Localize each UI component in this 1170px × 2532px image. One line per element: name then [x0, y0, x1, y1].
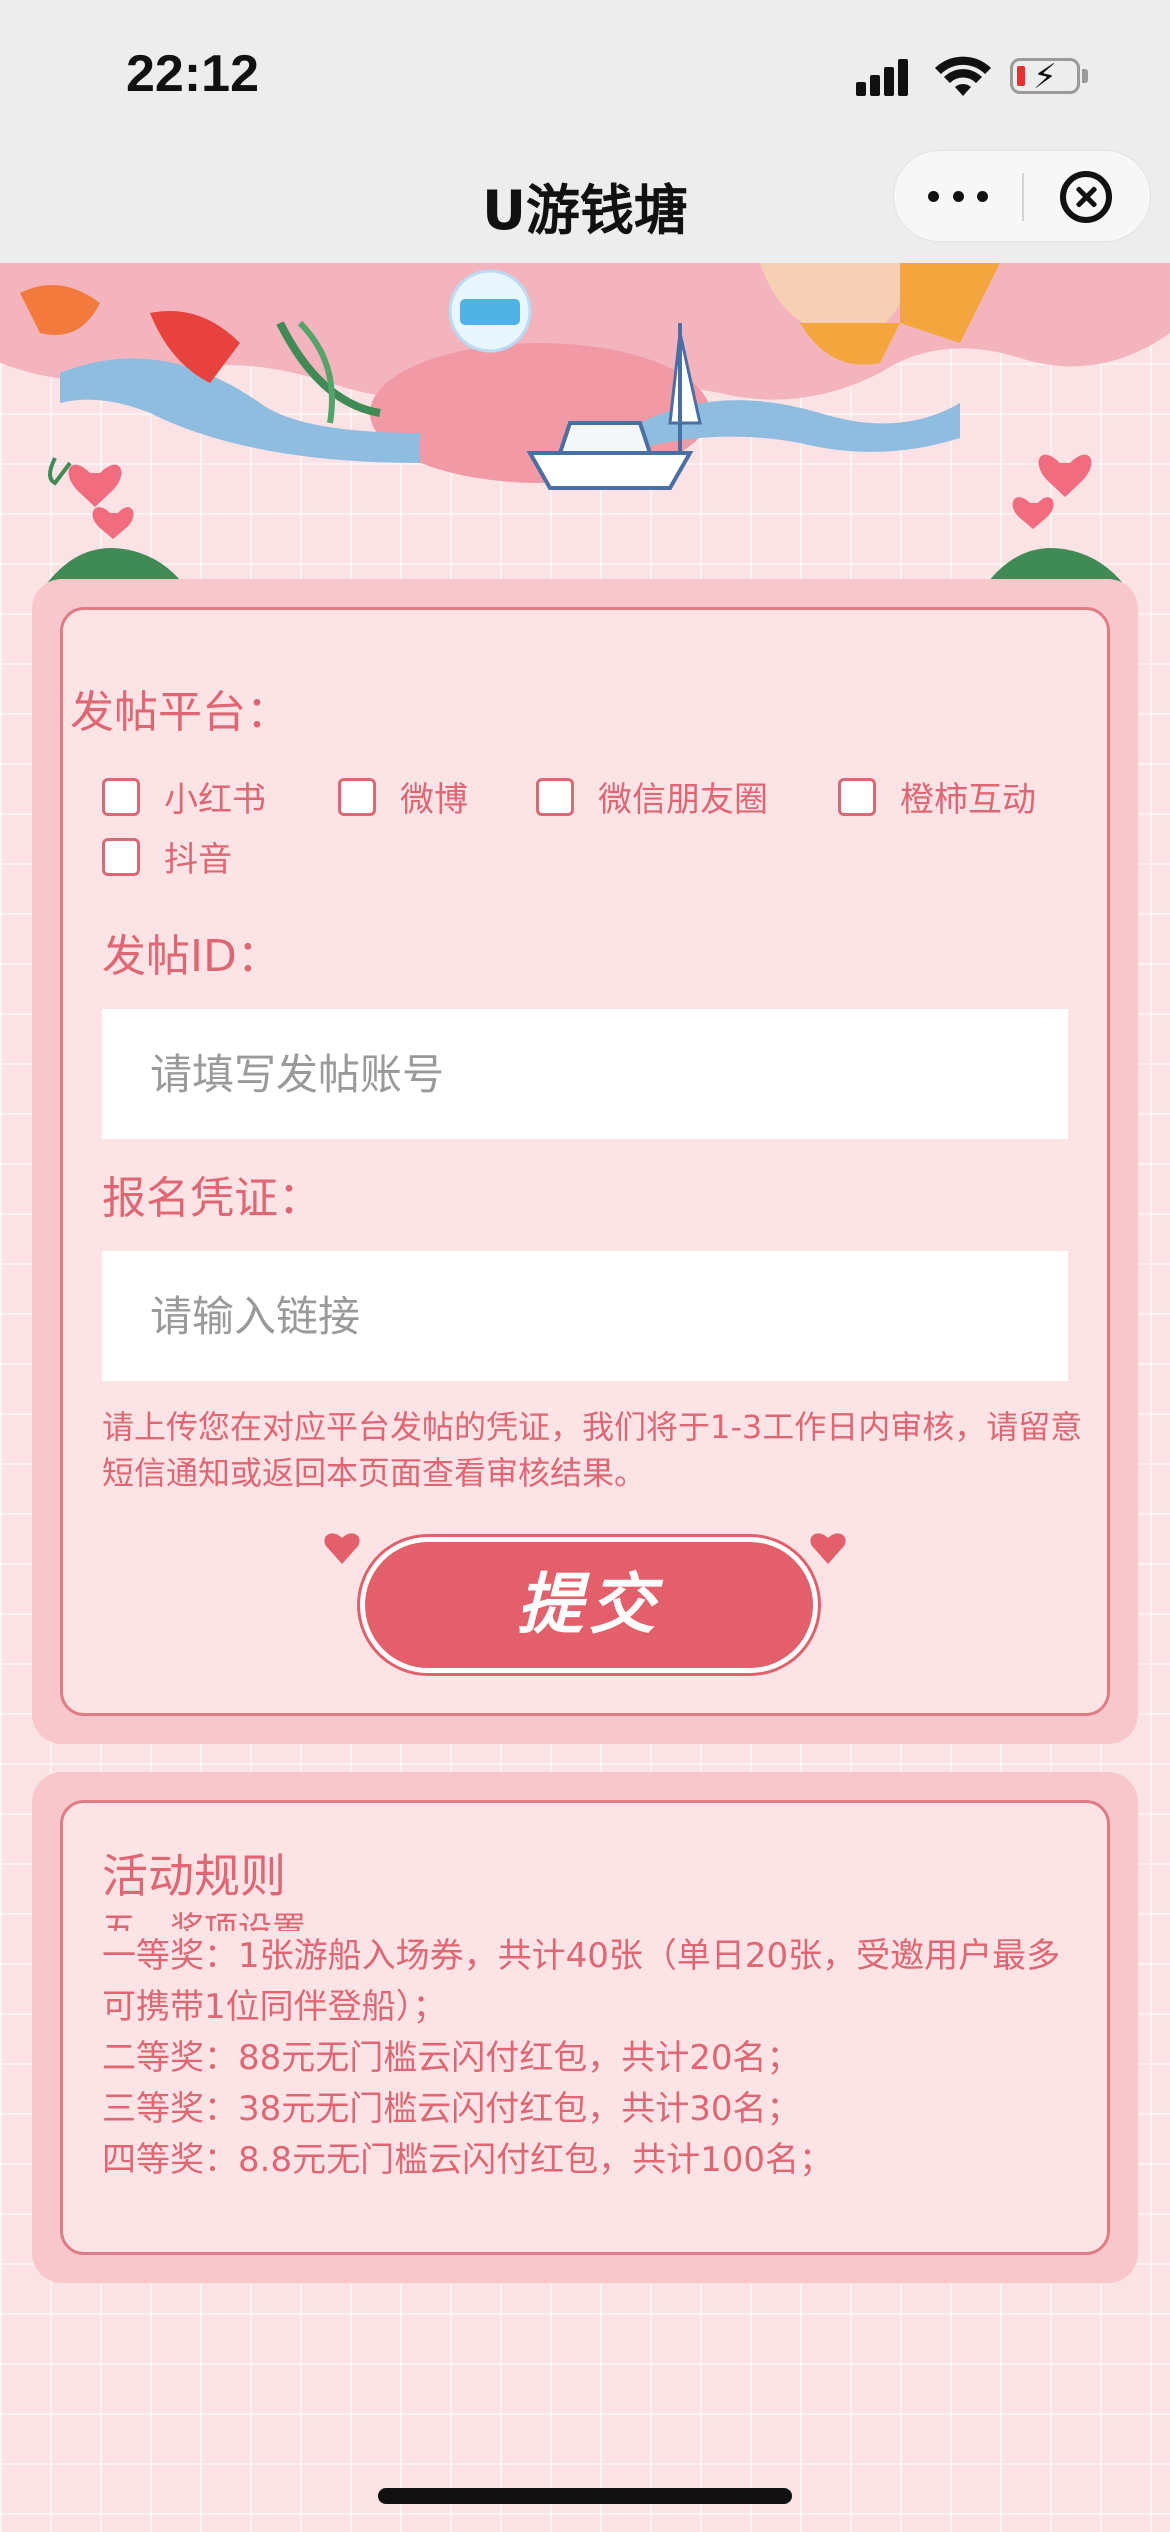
- checkbox[interactable]: [838, 777, 876, 816]
- platform-option-douyin[interactable]: 抖音: [102, 832, 232, 881]
- proof-link-field[interactable]: [102, 1251, 1068, 1381]
- banner-illustration: [0, 263, 1170, 593]
- rules-text: 五、奖项设置 一等奖：1张游船入场券，共计40张（单日20张，受邀用户最多可携带…: [102, 1910, 1092, 2186]
- rules-line: 三等奖：38元无门槛云闪付红包，共计30名；: [102, 2089, 801, 2129]
- capsule-divider: [1022, 173, 1024, 221]
- battery-icon: ⚡: [1010, 57, 1080, 97]
- status-time: 22:12: [126, 45, 259, 103]
- post-id-input[interactable]: [102, 1009, 1068, 1139]
- submit-button-label: 提交: [517, 1566, 661, 1643]
- heart-icon: [324, 1533, 360, 1564]
- checkbox[interactable]: [338, 777, 376, 816]
- checkbox[interactable]: [102, 777, 140, 816]
- platform-option-label: 抖音: [164, 840, 232, 880]
- proof-link-input[interactable]: [102, 1251, 1068, 1381]
- more-icon[interactable]: [928, 181, 988, 211]
- platform-option-label: 微博: [400, 780, 468, 820]
- platform-option-xiaohongshu[interactable]: 小红书: [102, 772, 266, 821]
- rules-line: 二等奖：88元无门槛云闪付红包，共计20名；: [102, 2038, 801, 2078]
- submit-button[interactable]: 提交: [360, 1537, 818, 1673]
- rules-cut-line: 五、奖项设置: [102, 1910, 306, 1931]
- home-indicator: [378, 2488, 792, 2504]
- nav-bar: U游钱塘: [0, 150, 1170, 263]
- rules-line: 四等奖：8.8元无门槛云闪付红包，共计100名；: [102, 2140, 833, 2180]
- heart-decoration-left: [40, 457, 190, 593]
- heart-icon: [810, 1533, 846, 1564]
- status-bar: 22:12 ⚡: [0, 0, 1170, 150]
- platform-option-label: 小红书: [164, 780, 266, 820]
- proof-label: 报名凭证：: [102, 1173, 322, 1224]
- wifi-icon: [935, 56, 991, 96]
- battery-cap: [1082, 69, 1088, 83]
- close-icon[interactable]: [1060, 171, 1112, 223]
- platform-option-chengshi[interactable]: 橙柿互动: [838, 772, 1036, 821]
- rules-line: 一等奖：1张游船入场券，共计40张（单日20张，受邀用户最多可携带1位同伴登船）…: [102, 1936, 1061, 2027]
- platform-option-moments[interactable]: 微信朋友圈: [536, 772, 768, 821]
- post-id-label: 发帖ID：: [102, 931, 281, 982]
- miniprogram-capsule: [893, 150, 1151, 242]
- checkbox[interactable]: [536, 777, 574, 816]
- review-hint: 请上传您在对应平台发帖的凭证，我们将于1-3工作日内审核，请留意短信通知或返回本…: [102, 1408, 1083, 1492]
- cellular-signal-icon: [856, 58, 910, 96]
- platform-option-label: 微信朋友圈: [598, 780, 768, 820]
- checkbox[interactable]: [102, 837, 140, 876]
- platform-option-weibo[interactable]: 微博: [338, 772, 468, 821]
- platform-label: 发帖平台：: [70, 687, 290, 738]
- post-id-field[interactable]: [102, 1009, 1068, 1139]
- heart-decoration-right: [980, 454, 1130, 593]
- rules-title: 活动规则: [102, 1849, 286, 1903]
- platform-option-label: 橙柿互动: [900, 780, 1036, 820]
